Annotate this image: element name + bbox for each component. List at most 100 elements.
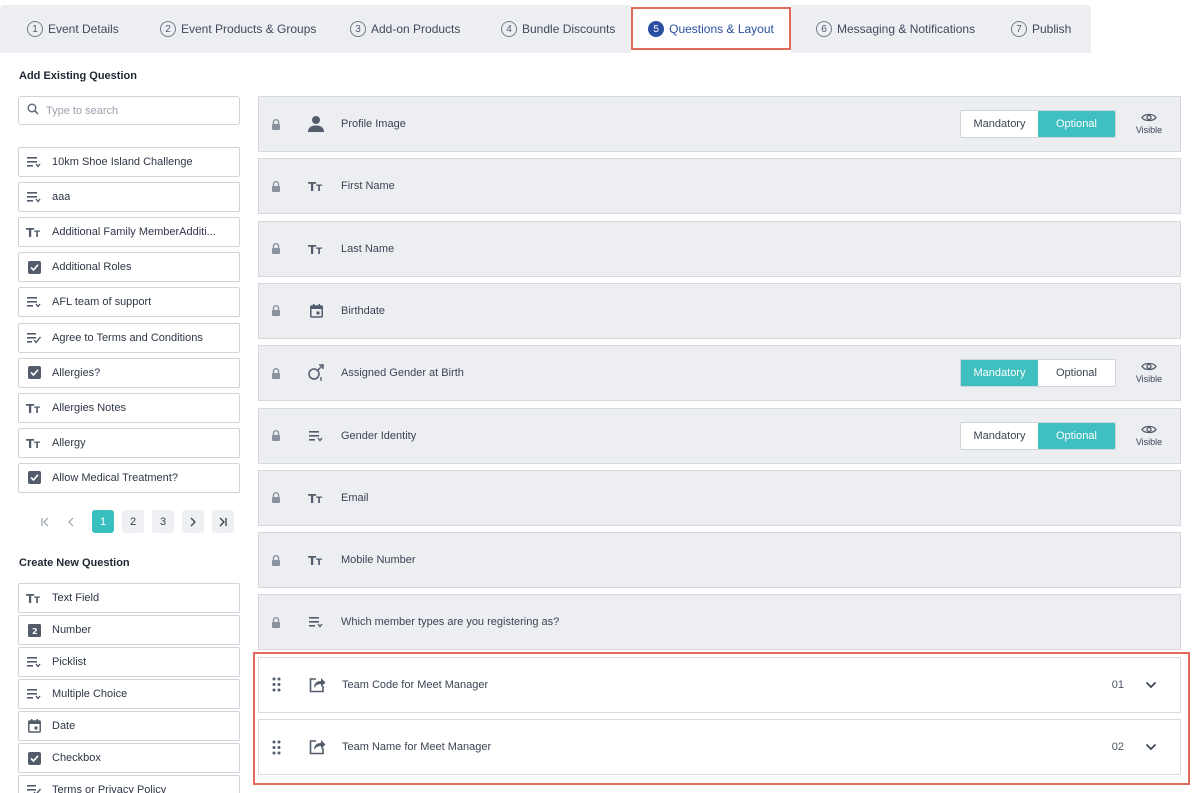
next-page-icon[interactable]: [182, 510, 204, 533]
question-item-label: Allow Medical Treatment?: [52, 471, 178, 484]
tab-event-products-groups[interactable]: 2 Event Products & Groups: [160, 5, 316, 53]
add-existing-heading: Add Existing Question: [19, 70, 137, 82]
create-question-item[interactable]: Checkbox: [18, 743, 240, 773]
eye-icon: [1141, 424, 1157, 437]
tab-label: Publish: [1032, 22, 1072, 36]
create-question-item[interactable]: 2 Number: [18, 615, 240, 645]
visible-label: Visible: [1135, 374, 1163, 385]
create-question-item[interactable]: Terms or Privacy Policy: [18, 775, 240, 793]
question-item[interactable]: Allow Medical Treatment?: [18, 462, 240, 493]
question-item[interactable]: Additional Roles: [18, 252, 240, 283]
text-field-icon: TT: [26, 590, 42, 606]
svg-text:T: T: [34, 230, 41, 238]
question-item-label: Allergy: [52, 436, 86, 449]
question-row[interactable]: T T First Name: [258, 158, 1181, 215]
checkbox-icon: [26, 470, 42, 486]
question-row[interactable]: Gender Identity Mandatory Optional Visible: [258, 407, 1181, 464]
question-item[interactable]: T T Allergies Notes: [18, 392, 240, 423]
optional-button[interactable]: Optional: [1038, 111, 1115, 137]
tab-bundle-discounts[interactable]: 4 Bundle Discounts: [501, 5, 615, 53]
step-number: 6: [816, 21, 832, 37]
page-2-button[interactable]: 2: [122, 510, 144, 533]
first-page-icon[interactable]: [34, 510, 56, 533]
question-row[interactable]: Birthdate: [258, 282, 1181, 339]
lock-icon: [271, 367, 281, 379]
page-3-button[interactable]: 3: [152, 510, 174, 533]
tab-label: Add-on Products: [371, 22, 461, 36]
visible-label: Visible: [1135, 436, 1163, 447]
visibility-toggle[interactable]: Visible: [1134, 361, 1164, 384]
create-question-item[interactable]: Multiple Choice: [18, 679, 240, 709]
pagination: 1 2 3: [34, 510, 242, 533]
tab-label: Bundle Discounts: [522, 22, 616, 36]
picklist-icon: [305, 425, 327, 447]
question-row[interactable]: Assigned Gender at Birth Mandatory Optiona…: [258, 345, 1181, 402]
picklist-icon: [26, 654, 42, 670]
question-row[interactable]: T T Mobile Number: [258, 532, 1181, 589]
question-item[interactable]: T T Additional Family MemberAdditi...: [18, 217, 240, 248]
picklist-icon: [26, 189, 42, 205]
optional-button[interactable]: Optional: [1038, 422, 1115, 449]
question-row[interactable]: T T Email: [258, 469, 1181, 526]
create-question-item[interactable]: Picklist: [18, 647, 240, 677]
lock-icon: [271, 554, 281, 566]
page-1-button[interactable]: 1: [92, 510, 114, 533]
optional-button[interactable]: Optional: [1038, 360, 1115, 386]
question-search[interactable]: [18, 96, 240, 125]
question-item[interactable]: Agree to Terms and Conditions: [18, 322, 240, 353]
svg-text:2: 2: [32, 627, 38, 636]
question-item-label: Terms or Privacy Policy: [52, 784, 167, 793]
tab-addon-products[interactable]: 3 Add-on Products: [350, 5, 460, 53]
search-input[interactable]: [46, 104, 216, 117]
step-number: 4: [501, 21, 517, 37]
requirement-toggle: Mandatory Optional: [960, 359, 1116, 388]
number-icon: 2: [26, 622, 42, 638]
question-item-label: Date: [52, 720, 76, 732]
mandatory-button[interactable]: Mandatory: [961, 111, 1038, 137]
terms-icon: [26, 330, 42, 346]
terms-icon: [26, 782, 42, 793]
tab-event-details[interactable]: 1 Event Details: [27, 5, 119, 53]
mandatory-button[interactable]: Mandatory: [961, 360, 1038, 387]
visibility-toggle[interactable]: Visible: [1134, 424, 1164, 447]
mandatory-button[interactable]: Mandatory: [961, 423, 1038, 449]
svg-text:T: T: [316, 496, 323, 504]
calendar-icon: [305, 300, 327, 322]
question-item-label: Allergies?: [52, 366, 101, 379]
gender-icon: [305, 362, 327, 384]
question-item-label: Additional Family MemberAdditi...: [52, 226, 216, 239]
question-item[interactable]: 10km Shoe Island Challenge: [18, 147, 240, 177]
question-row[interactable]: T T Last Name: [258, 220, 1181, 277]
question-row[interactable]: Profile Image Mandatory Optional Visible: [258, 96, 1181, 152]
picklist-icon: [26, 686, 42, 702]
text-field-icon: TT: [305, 549, 327, 571]
checkbox-icon: [26, 750, 42, 766]
create-new-heading: Create New Question: [19, 557, 130, 569]
question-item-label: Agree to Terms and Conditions: [52, 331, 203, 344]
step-number: 3: [350, 21, 366, 37]
step-number: 2: [160, 21, 176, 37]
question-item[interactable]: Allergies?: [18, 357, 240, 388]
svg-text:T: T: [34, 596, 41, 604]
question-label: First Name: [341, 180, 395, 193]
question-item[interactable]: aaa: [18, 182, 240, 213]
question-item[interactable]: T T Allergy: [18, 427, 240, 458]
prev-page-icon[interactable]: [60, 510, 82, 533]
question-item-label: Allergies Notes: [52, 401, 126, 414]
question-item-label: Picklist: [52, 656, 87, 668]
tab-questions-layout[interactable]: 5 Questions & Layout: [631, 5, 791, 53]
lock-icon: [271, 492, 281, 504]
create-question-item[interactable]: T T Text Field: [18, 583, 240, 613]
question-item[interactable]: AFL team of support: [18, 287, 240, 318]
question-row[interactable]: Which member types are you registering a…: [258, 594, 1181, 651]
person-icon: [305, 113, 327, 135]
create-question-item[interactable]: Date: [18, 711, 240, 741]
visibility-toggle[interactable]: Visible: [1134, 112, 1164, 135]
lock-icon: [271, 305, 281, 317]
question-item-label: aaa: [52, 191, 71, 204]
tab-messaging-notifications[interactable]: 6 Messaging & Notifications: [816, 5, 975, 53]
last-page-icon[interactable]: [212, 510, 234, 533]
tab-publish[interactable]: 7 Publish: [1011, 5, 1071, 53]
question-label: Email: [341, 491, 369, 504]
question-label: Which member types are you registering a…: [341, 616, 560, 629]
